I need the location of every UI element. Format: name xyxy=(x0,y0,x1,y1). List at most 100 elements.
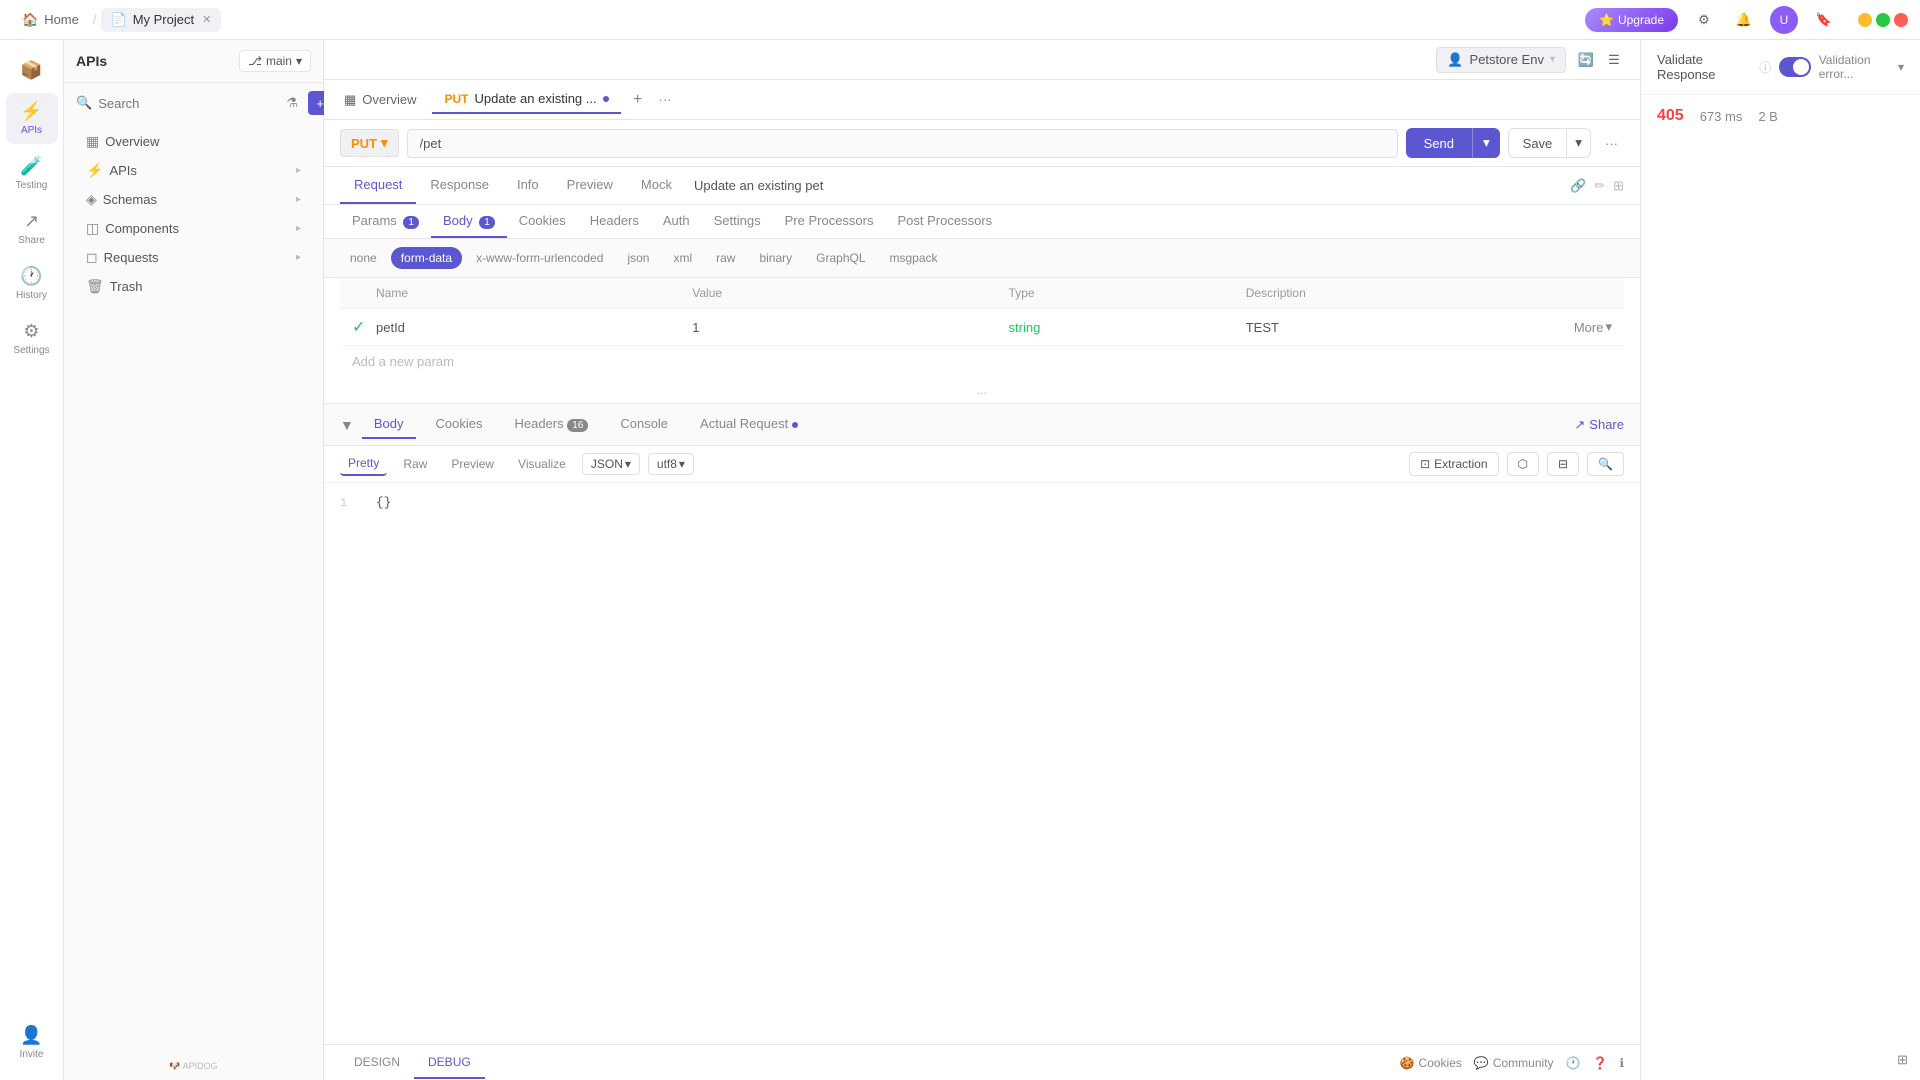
nav-item-components[interactable]: ◫ Components ▸ xyxy=(70,214,317,243)
param-name-cell[interactable]: petId xyxy=(376,320,692,335)
format-tab-binary[interactable]: binary xyxy=(749,247,802,269)
send-dropdown-button[interactable]: ▾ xyxy=(1472,128,1500,158)
format-tab-xml[interactable]: xml xyxy=(663,247,702,269)
extraction-button[interactable]: ⊡ Extraction xyxy=(1409,452,1498,476)
body-tab-settings[interactable]: Settings xyxy=(702,205,773,238)
overview-tab[interactable]: ▦ Overview xyxy=(332,86,428,114)
menu-icon-btn[interactable]: ☰ xyxy=(1600,46,1628,74)
project-tab[interactable]: 📄 My Project ✕ xyxy=(101,8,222,32)
body-tab-headers[interactable]: Headers xyxy=(578,205,651,238)
save-button[interactable]: Save xyxy=(1508,128,1568,158)
method-select[interactable]: PUT ▾ xyxy=(340,129,399,157)
nav-item-apis[interactable]: ⚡ APIs ▸ xyxy=(70,156,317,185)
close-project-icon[interactable]: ✕ xyxy=(202,13,211,26)
share-button[interactable]: ↗ Share xyxy=(1574,417,1624,433)
nav-item-overview[interactable]: ▦ Overview xyxy=(70,127,317,156)
resp-format-preview[interactable]: Preview xyxy=(443,453,502,475)
maximize-button[interactable] xyxy=(1876,13,1890,27)
sidebar-item-invite[interactable]: 👤 Invite xyxy=(6,1017,58,1068)
home-tab[interactable]: 🏠 Home xyxy=(12,8,89,32)
encoding-dropdown[interactable]: utf8 ▾ xyxy=(648,453,694,475)
sidebar-item-apis[interactable]: ⚡ APIs xyxy=(6,93,58,144)
body-tab-params[interactable]: Params 1 xyxy=(340,205,431,238)
format-tab-form-data[interactable]: form-data xyxy=(391,247,462,269)
row-check[interactable]: ✓ xyxy=(352,317,376,337)
cookies-action[interactable]: 🍪 Cookies xyxy=(1400,1056,1462,1070)
resp-format-visualize[interactable]: Visualize xyxy=(510,453,574,475)
resp-tab-actual-request[interactable]: Actual Request xyxy=(688,410,810,439)
notifications-icon-btn[interactable]: 🔔 xyxy=(1730,6,1758,34)
sidebar-item-share[interactable]: ↗ Share xyxy=(6,203,58,254)
format-tab-msgpack[interactable]: msgpack xyxy=(880,247,948,269)
format-tab-graphql[interactable]: GraphQL xyxy=(806,247,875,269)
debug-tab[interactable]: DEBUG xyxy=(414,1047,485,1079)
body-tab-pre-processors[interactable]: Pre Processors xyxy=(773,205,886,238)
avatar[interactable]: U xyxy=(1770,6,1798,34)
nav-item-requests[interactable]: ◻ Requests ▸ xyxy=(70,243,317,272)
sub-tab-response[interactable]: Response xyxy=(416,167,503,204)
body-tab-cookies[interactable]: Cookies xyxy=(507,205,578,238)
body-tab-body[interactable]: Body 1 xyxy=(431,205,507,238)
row-more-button[interactable]: More ▾ xyxy=(1562,319,1612,335)
link-icon[interactable]: 🔗 xyxy=(1570,178,1586,194)
clock-action[interactable]: 🕐 xyxy=(1566,1056,1581,1070)
resp-format-pretty[interactable]: Pretty xyxy=(340,452,387,476)
resp-tab-console[interactable]: Console xyxy=(608,410,680,439)
search-input[interactable] xyxy=(98,96,274,111)
expand-icon-btn[interactable]: ⊞ xyxy=(1897,1052,1908,1068)
sidebar-item-settings[interactable]: ⚙ Settings xyxy=(6,313,58,364)
add-tab-button[interactable]: + xyxy=(625,87,651,113)
nav-item-schemas[interactable]: ◈ Schemas ▸ xyxy=(70,185,317,214)
param-desc-cell[interactable]: TEST xyxy=(1246,320,1562,335)
help-action[interactable]: ❓ xyxy=(1592,1056,1607,1070)
bookmark-icon-btn[interactable]: 🔖 xyxy=(1810,6,1838,34)
format-tab-json[interactable]: json xyxy=(617,247,659,269)
resp-format-raw[interactable]: Raw xyxy=(395,453,435,475)
save-dropdown-button[interactable]: ▾ xyxy=(1567,128,1591,158)
filter-icon-btn[interactable]: ⚗ xyxy=(280,91,304,115)
close-button[interactable] xyxy=(1894,13,1908,27)
collapse-button[interactable]: ▼ xyxy=(340,417,354,433)
tabs-more-button[interactable]: ··· xyxy=(655,88,676,111)
design-tab[interactable]: DESIGN xyxy=(340,1047,414,1079)
format-tab-none[interactable]: none xyxy=(340,247,387,269)
upgrade-button[interactable]: ⭐ Upgrade xyxy=(1585,8,1678,32)
community-action[interactable]: 💬 Community xyxy=(1474,1056,1554,1070)
url-input[interactable] xyxy=(407,129,1398,158)
body-tab-post-processors[interactable]: Post Processors xyxy=(886,205,1005,238)
sub-tab-request[interactable]: Request xyxy=(340,167,416,204)
info-action[interactable]: ℹ xyxy=(1619,1056,1624,1070)
sub-tab-mock[interactable]: Mock xyxy=(627,167,686,204)
format-tab-x-www-form-urlencoded[interactable]: x-www-form-urlencoded xyxy=(466,247,613,269)
format-json-dropdown[interactable]: JSON ▾ xyxy=(582,453,640,475)
resp-tab-body[interactable]: Body xyxy=(362,410,416,439)
settings-icon-btn[interactable]: ⚙ xyxy=(1690,6,1718,34)
send-button[interactable]: Send xyxy=(1406,128,1472,158)
sub-tab-preview[interactable]: Preview xyxy=(553,167,627,204)
minimize-button[interactable] xyxy=(1858,13,1872,27)
param-value-cell[interactable]: 1 xyxy=(692,320,1008,335)
body-tab-auth[interactable]: Auth xyxy=(651,205,702,238)
layout-icon[interactable]: ⊞ xyxy=(1613,178,1624,194)
resp-tab-headers[interactable]: Headers 16 xyxy=(502,410,600,439)
validate-error-dropdown[interactable]: Validation error... ▾ xyxy=(1819,53,1904,81)
open-in-new-button[interactable]: ⬡ xyxy=(1507,452,1539,476)
section-divider[interactable]: ... xyxy=(324,377,1640,403)
format-tab-raw[interactable]: raw xyxy=(706,247,745,269)
sidebar-app-icon[interactable]: 📦 xyxy=(6,52,58,89)
put-tab[interactable]: PUT Update an existing ... xyxy=(432,85,620,114)
param-type-cell[interactable]: string xyxy=(1009,320,1246,335)
resp-tab-cookies[interactable]: Cookies xyxy=(424,410,495,439)
request-more-button[interactable]: ··· xyxy=(1599,132,1624,155)
sidebar-item-testing[interactable]: 🧪 Testing xyxy=(6,148,58,199)
nav-item-trash[interactable]: 🗑 Trash xyxy=(70,272,317,301)
sub-tab-info[interactable]: Info xyxy=(503,167,553,204)
sidebar-item-history[interactable]: 🕐 History xyxy=(6,258,58,309)
add-param-button[interactable]: Add a new param xyxy=(340,346,1624,377)
validate-toggle[interactable] xyxy=(1779,57,1810,77)
edit-icon[interactable]: ✏ xyxy=(1594,178,1605,194)
env-selector[interactable]: 👤 Petstore Env ▾ xyxy=(1436,47,1566,73)
sync-icon-btn[interactable]: 🔄 xyxy=(1572,46,1600,74)
branch-selector[interactable]: ⎇ main ▾ xyxy=(239,50,311,72)
copy-button[interactable]: ⊟ xyxy=(1547,452,1579,476)
